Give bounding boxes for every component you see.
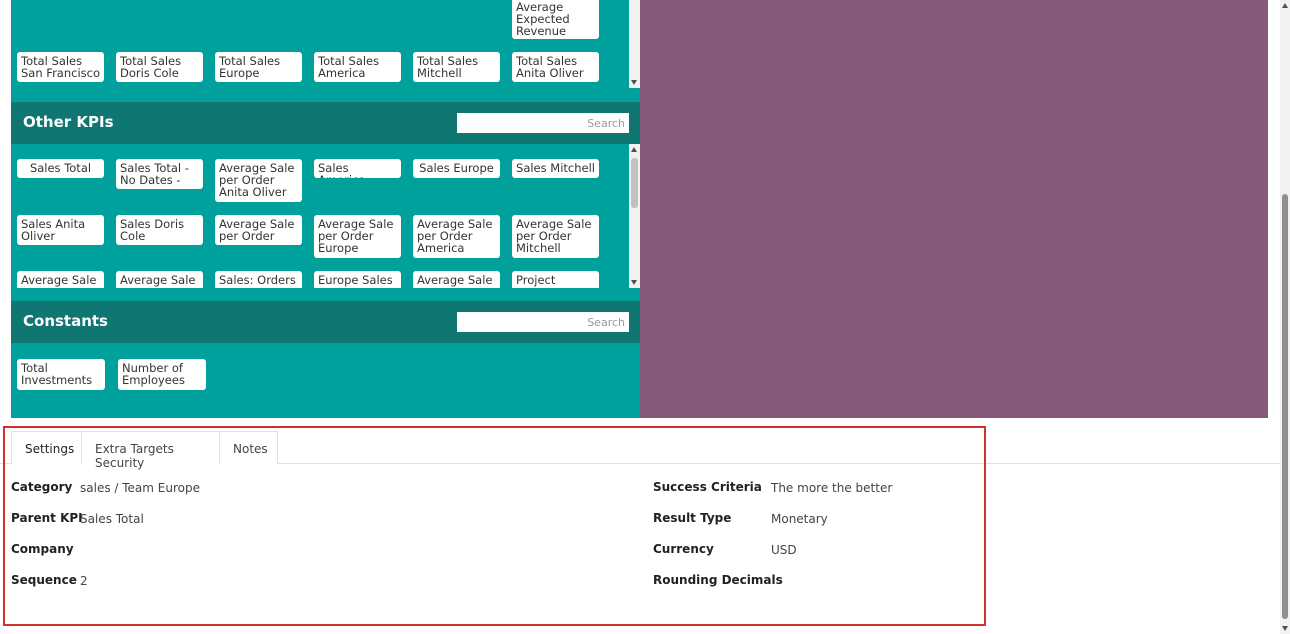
kpi-chip[interactable]: Average Sale [116,271,203,288]
page: Average Expected Revenue Total Sales San… [0,0,1290,634]
kpi-chip[interactable]: Total Sales Doris Cole [116,52,203,82]
kpi-chip[interactable]: Sales Anita Oliver [17,215,104,245]
result-type-field[interactable]: Monetary [771,512,828,526]
kpi-chip[interactable]: Average Sale per Order Mitchell [512,215,599,258]
section-title: Constants [23,312,108,330]
sequence-field[interactable]: 2 [80,574,88,588]
sales-kpi-section: Average Expected Revenue Total Sales San… [11,0,640,102]
currency-field[interactable]: USD [771,543,797,557]
parent-kpi-field[interactable]: Sales Total [80,512,144,526]
kpi-chip[interactable]: Sales: Orders [215,271,302,288]
kpi-palette: Average Expected Revenue Total Sales San… [11,0,640,418]
category-field[interactable]: sales / Team Europe [80,481,200,495]
formula-drop-area[interactable] [640,0,1268,418]
kpi-chip[interactable]: Average Sale [17,271,104,288]
sequence-label: Sequence [11,573,77,587]
scroll-up-icon[interactable] [631,147,637,152]
scroll-thumb[interactable] [1282,194,1288,619]
tab-extra-targets-security[interactable]: Extra Targets Security [82,431,220,470]
scroll-up-icon[interactable] [1281,3,1288,8]
kpi-chip[interactable]: Total Sales Anita Oliver [512,52,599,82]
kpi-chip[interactable]: Total Sales Mitchell [413,52,500,82]
kpi-chip[interactable]: Europe Sales [314,271,401,288]
kpi-chip[interactable]: Sales Total [17,159,104,178]
kpi-chip[interactable]: Average Sale per Order America [413,215,500,258]
constants-search-input[interactable] [457,312,629,332]
kpi-chip[interactable]: Sales America [314,159,401,178]
success-criteria-field[interactable]: The more the better [771,481,892,495]
rounding-decimals-label: Rounding Decimals [653,573,783,587]
success-criteria-label: Success Criteria [653,480,762,494]
kpi-chip[interactable]: Sales Total - No Dates - [116,159,203,189]
kpi-chip[interactable]: Sales Europe [413,159,500,178]
kpi-chip[interactable]: Project [512,271,599,288]
kpi-chip[interactable]: Total Sales Europe [215,52,302,82]
kpi-chip[interactable]: Average Sale per Order Anita Oliver [215,159,302,202]
kpi-chip[interactable]: Average Sale per Order Europe [314,215,401,258]
company-field[interactable] [80,543,280,557]
constant-chip[interactable]: Number of Employees [118,359,206,390]
kpi-chip[interactable]: Average Expected Revenue [512,0,599,39]
company-label: Company [11,542,74,556]
page-scrollbar[interactable] [1280,0,1290,634]
kpi-chip[interactable]: Total Sales America [314,52,401,82]
other-kpis-scrollbar[interactable] [629,144,640,288]
category-label: Category [11,480,73,494]
kpi-chip[interactable]: Average Sale [413,271,500,288]
sales-section-scrollbar[interactable] [629,0,640,88]
other-kpis-section: Sales Total Sales Total - No Dates - Ave… [11,144,640,288]
rounding-decimals-field[interactable] [771,574,971,588]
currency-label: Currency [653,542,714,556]
kpi-chip[interactable]: Sales Doris Cole [116,215,203,245]
tab-settings[interactable]: Settings [11,431,82,464]
constants-section: Total Investments Number of Employees [11,343,640,418]
constant-chip[interactable]: Total Investments [17,359,105,390]
section-title: Other KPIs [23,113,114,131]
scroll-down-icon[interactable] [631,80,637,85]
parent-kpi-label: Parent KPI [11,511,83,525]
constants-header: Constants [11,301,640,343]
kpi-chip[interactable]: Average Sale per Order [215,215,302,245]
scroll-thumb[interactable] [631,158,638,208]
other-kpis-header: Other KPIs [11,102,640,144]
tab-notes[interactable]: Notes [220,431,278,464]
scroll-down-icon[interactable] [631,280,637,285]
other-kpis-search-input[interactable] [457,113,629,133]
kpi-chip[interactable]: Total Sales San Francisco [17,52,104,82]
scroll-down-icon[interactable] [1281,626,1288,631]
result-type-label: Result Type [653,511,732,525]
kpi-chip[interactable]: Sales Mitchell [512,159,599,178]
